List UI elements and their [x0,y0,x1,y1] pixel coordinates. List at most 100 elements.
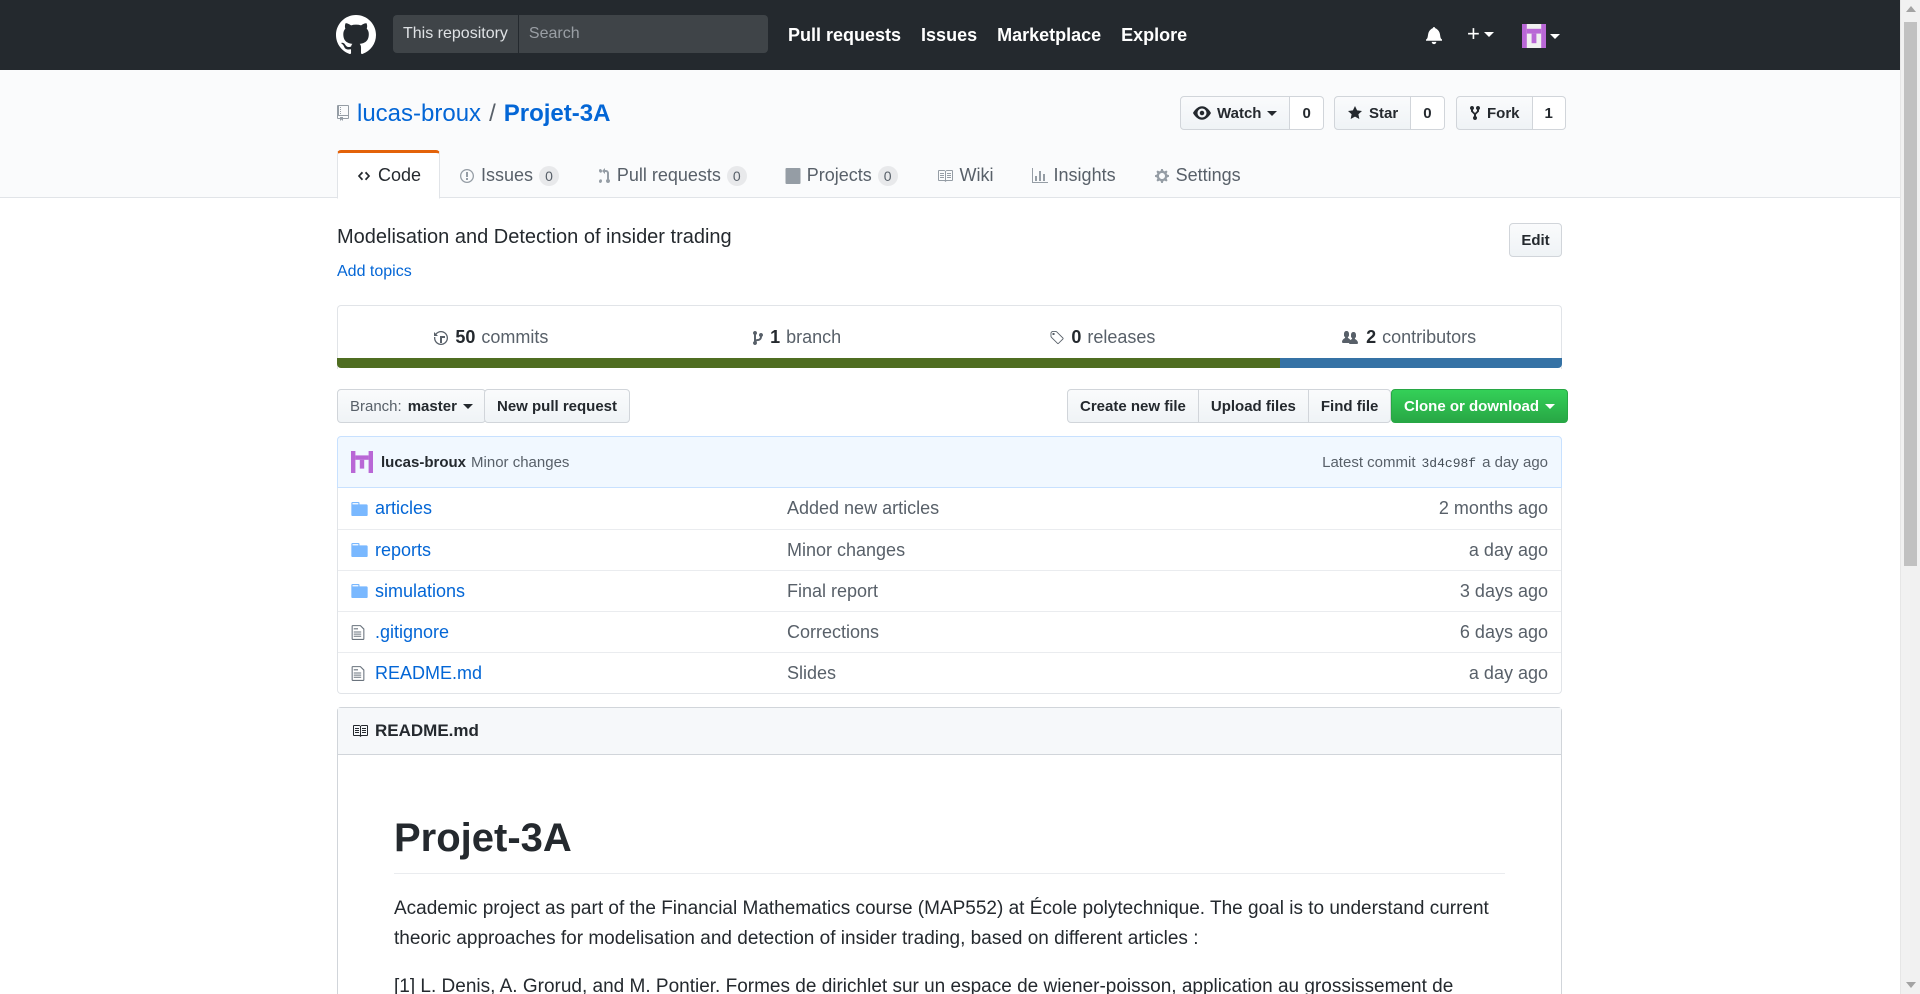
fork-label: Fork [1487,104,1520,122]
page-scrollbar[interactable] [1900,0,1920,994]
fork-group: Fork 1 [1456,96,1566,130]
tab-insights[interactable]: Insights [1013,150,1135,199]
star-label: Star [1369,104,1399,122]
chevron-down-icon [1550,33,1560,39]
book-icon [937,169,953,182]
commit-author-link[interactable]: lucas-broux [381,454,466,471]
folder-icon [338,584,375,598]
bell-icon[interactable] [1426,25,1443,50]
nav-explore[interactable]: Explore [1121,22,1187,48]
releases-label: releases [1087,327,1156,347]
releases-count: 0 [1071,327,1082,347]
gear-icon [1154,168,1169,183]
star-count[interactable]: 0 [1411,96,1445,130]
avatar[interactable] [351,451,373,473]
find-file-button[interactable]: Find file [1308,389,1392,423]
branch-select-button[interactable]: Branch: master [337,389,486,423]
tab-label: Insights [1053,165,1116,185]
scroll-up-arrow-icon[interactable] [1906,6,1916,12]
add-topics-link[interactable]: Add topics [337,263,412,281]
path-separator: / [489,100,496,127]
file-commit-message[interactable]: Corrections [787,622,1460,643]
folder-icon [338,543,375,557]
fork-button[interactable]: Fork [1456,96,1533,130]
star-group: Star 0 [1334,96,1445,130]
file-commit-message[interactable]: Minor changes [787,540,1469,561]
scroll-down-arrow-icon[interactable] [1906,982,1916,988]
file-navigation: Create new file Upload files Find file [1067,389,1392,423]
user-menu[interactable] [1522,24,1560,48]
plus-icon: + [1467,21,1480,46]
file-name-link[interactable]: reports [375,540,787,561]
file-name-link[interactable]: README.md [375,663,787,684]
commit-message-link[interactable]: Minor changes [471,454,569,471]
clone-or-download-button[interactable]: Clone or download [1391,389,1568,423]
file-commit-message[interactable]: Slides [787,663,1469,684]
tab-wiki[interactable]: Wiki [917,150,1013,199]
fork-count[interactable]: 1 [1532,96,1566,130]
watch-count[interactable]: 0 [1290,96,1324,130]
language-bar-segment-2[interactable] [1280,358,1562,368]
create-new-file-button[interactable]: Create new file [1067,389,1199,423]
language-bar[interactable] [337,358,1562,368]
tab-label: Projects [806,165,872,185]
latest-commit-label: Latest commit [1322,453,1416,471]
upload-files-button[interactable]: Upload files [1198,389,1309,423]
create-new-menu[interactable]: + [1467,22,1494,46]
commit-sha-link[interactable]: 3d4c98f [1422,456,1477,471]
file-age: 2 months ago [1438,498,1548,518]
search-input[interactable] [518,16,768,52]
readme-paragraph: Academic project as part of the Financia… [394,898,1489,949]
language-bar-segment-1[interactable] [337,358,1281,368]
branch-name: master [407,397,457,415]
nav-issues[interactable]: Issues [921,22,977,48]
github-logo-icon[interactable] [336,15,376,55]
graph-icon [1031,167,1048,183]
scrollbar-thumb[interactable] [1904,22,1917,566]
table-row: README.md Slides a day ago [338,652,1561,693]
file-icon [338,624,375,641]
table-row: reports Minor changes a day ago [338,529,1561,570]
readme-title: Projet-3A [394,813,1505,874]
watch-button[interactable]: Watch [1180,96,1291,130]
repo-name-link[interactable]: Projet-3A [504,98,611,130]
nav-marketplace[interactable]: Marketplace [997,22,1101,48]
scope-label[interactable]: This repository [393,15,519,53]
table-row: articles Added new articles 2 months ago [338,488,1561,529]
tab-settings[interactable]: Settings [1135,150,1260,199]
file-name-link[interactable]: .gitignore [375,622,787,643]
eye-icon [1193,106,1211,120]
chevron-down-icon [462,403,473,409]
tab-code[interactable]: Code [337,150,441,199]
file-icon [338,665,375,682]
tab-label: Wiki [959,165,994,185]
commits-count: 50 [455,327,476,347]
file-age: a day ago [1468,662,1548,683]
file-age: a day ago [1468,539,1548,560]
tab-label: Issues [481,165,534,185]
commit-age: a day ago [1482,453,1548,471]
branch-icon [753,330,764,345]
repo-owner-link[interactable]: lucas-broux [357,98,481,130]
file-commit-message[interactable]: Added new articles [787,498,1439,519]
history-icon [434,330,449,345]
chevron-down-icon [1483,31,1494,37]
tab-pull-requests[interactable]: Pull requests 0 [578,150,766,199]
file-age: 3 days ago [1459,580,1548,601]
fork-icon [1470,105,1480,121]
star-button[interactable]: Star [1334,96,1412,130]
tab-label: Code [378,165,422,185]
file-name-link[interactable]: articles [375,498,787,519]
edit-button[interactable]: Edit [1509,223,1562,257]
branch-label: branch [786,327,842,347]
tab-issues[interactable]: Issues 0 [440,150,578,199]
repo-pagehead: lucas-broux / Projet-3A Watch 0 Star 0 F… [0,70,1900,199]
tab-label: Pull requests [616,165,721,185]
file-commit-message[interactable]: Final report [787,581,1460,602]
commit-tease: lucas-broux Minor changes Latest commit … [337,436,1562,488]
branch-count: 1 [770,327,781,347]
new-pull-request-button[interactable]: New pull request [484,389,631,423]
tab-projects[interactable]: Projects 0 [766,150,917,199]
nav-pull-requests[interactable]: Pull requests [788,22,901,48]
file-name-link[interactable]: simulations [375,581,787,602]
